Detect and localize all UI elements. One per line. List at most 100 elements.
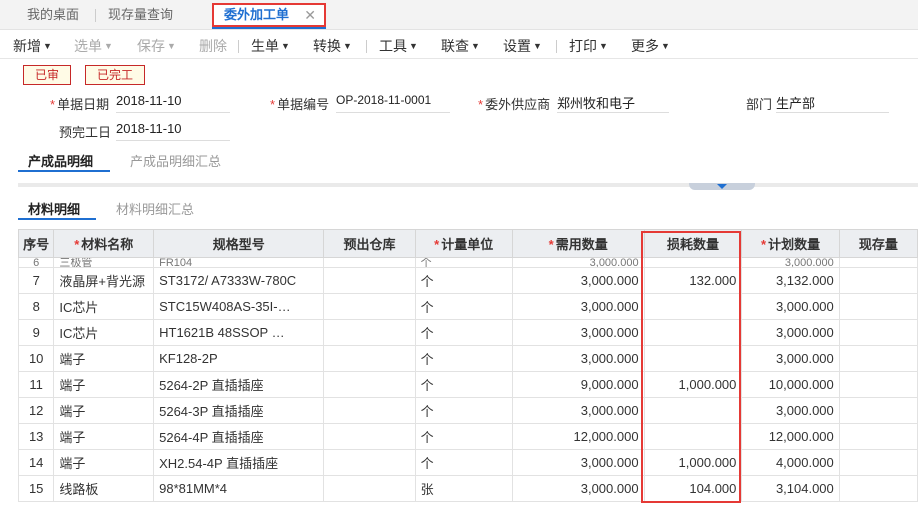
cell-required-qty[interactable]: 3,000.000 bbox=[511, 397, 645, 424]
column-header-stock[interactable]: 现存量 bbox=[838, 229, 918, 258]
cell-material-name[interactable]: 线路板 bbox=[53, 475, 155, 502]
tab-stock-query[interactable]: 现存量查询 bbox=[108, 6, 173, 26]
cell-warehouse[interactable] bbox=[323, 293, 416, 320]
cell-unit[interactable]: 张 bbox=[414, 475, 513, 502]
cell-index[interactable]: 10 bbox=[17, 345, 55, 372]
convert-button[interactable]: 转换 ▼ bbox=[313, 36, 352, 56]
table-row[interactable]: 11 端子 5264-2P 直插插座 个 9,000.000 1,000.000 10,00… bbox=[17, 371, 918, 398]
cell-spec[interactable]: KF128-2P bbox=[153, 345, 325, 372]
dept-field[interactable]: 生产部 bbox=[776, 93, 889, 113]
doc-no-field[interactable]: OP-2018-11-0001 bbox=[336, 93, 450, 113]
cell-warehouse[interactable] bbox=[323, 475, 416, 502]
cell-loss-qty[interactable]: 1,000.000 bbox=[643, 449, 743, 476]
cell-spec[interactable]: 5264-3P 直插插座 bbox=[153, 397, 325, 424]
cell-index[interactable]: 12 bbox=[17, 397, 55, 424]
cell-required-qty[interactable]: 12,000.000 bbox=[511, 423, 645, 450]
cell-spec[interactable]: ST3172/ A7333W-780C bbox=[153, 267, 325, 294]
select-doc-button[interactable]: 选单 ▼ bbox=[74, 36, 113, 56]
table-row[interactable]: 7 液晶屏+背光源 ST3172/ A7333W-780C 个 3,000.000 132… bbox=[17, 267, 918, 294]
collapse-toggle[interactable] bbox=[689, 183, 755, 190]
column-header-planned-qty[interactable]: * 计划数量 bbox=[741, 229, 840, 258]
cell-unit[interactable]: 个 bbox=[414, 371, 513, 398]
cell-material-name[interactable]: 端子 bbox=[53, 397, 155, 424]
cell-spec[interactable]: 5264-4P 直插插座 bbox=[153, 423, 325, 450]
cell-planned-qty[interactable]: 3,104.000 bbox=[741, 475, 840, 502]
supplier-field[interactable]: 郑州牧和电子 bbox=[557, 93, 669, 113]
cell-material-name[interactable]: 端子 bbox=[53, 345, 155, 372]
tab-material-detail[interactable]: 材料明细 bbox=[28, 199, 80, 218]
tab-outsourcing-order[interactable]: 委外加工单 ✕ bbox=[212, 3, 326, 27]
column-header-loss-qty[interactable]: 损耗数量 bbox=[643, 229, 743, 258]
table-row[interactable]: 13 端子 5264-4P 直插插座个 12,000.000 12,000.000 bbox=[17, 423, 918, 450]
cell-required-qty[interactable]: 3,000.000 bbox=[511, 293, 645, 320]
cell-unit[interactable]: 个 bbox=[414, 345, 513, 372]
column-header-material-name[interactable]: * 材料名称 bbox=[53, 229, 155, 258]
cell-material-name[interactable]: 端子 bbox=[53, 371, 155, 398]
cell-stock[interactable] bbox=[838, 449, 918, 476]
cell-unit[interactable]: 个 bbox=[414, 293, 513, 320]
cell-stock[interactable] bbox=[838, 319, 918, 346]
cell-planned-qty[interactable]: 4,000.000 bbox=[741, 449, 840, 476]
cell-index[interactable]: 7 bbox=[17, 267, 55, 294]
cell-warehouse[interactable] bbox=[323, 449, 416, 476]
cell-unit[interactable]: 个 bbox=[414, 267, 513, 294]
cell-warehouse[interactable] bbox=[323, 345, 416, 372]
cell-stock[interactable] bbox=[838, 423, 918, 450]
close-icon[interactable]: ✕ bbox=[304, 5, 316, 25]
cell-stock[interactable] bbox=[838, 397, 918, 424]
cell-required-qty[interactable]: 3,000.000 bbox=[511, 345, 645, 372]
cell-stock[interactable] bbox=[838, 475, 918, 502]
cell-unit[interactable]: 个 bbox=[414, 397, 513, 424]
cell-spec[interactable]: XH2.54-4P 直插插座 bbox=[153, 449, 325, 476]
linked-query-button[interactable]: 联查 ▼ bbox=[441, 36, 480, 56]
cell-stock[interactable] bbox=[838, 371, 918, 398]
cell-material-name[interactable]: 端子 bbox=[53, 423, 155, 450]
cell-spec[interactable]: 98*81MM*4 bbox=[153, 475, 325, 502]
generate-doc-button[interactable]: 生单 ▼ bbox=[251, 36, 290, 56]
cell-loss-qty[interactable]: 104.000 bbox=[643, 475, 743, 502]
cell-index[interactable]: 8 bbox=[17, 293, 55, 320]
doc-date-field[interactable]: 2018-11-10 bbox=[116, 93, 230, 113]
cell-planned-qty[interactable]: 3,000.000 bbox=[741, 293, 840, 320]
cell-planned-qty[interactable]: 3,132.000 bbox=[741, 267, 840, 294]
cell-required-qty[interactable]: 3,000.000 bbox=[511, 449, 645, 476]
tab-my-desktop[interactable]: 我的桌面 bbox=[27, 6, 79, 26]
cell-warehouse[interactable] bbox=[323, 397, 416, 424]
cell-spec[interactable]: STC15W408AS-35I-… bbox=[153, 293, 325, 320]
settings-button[interactable]: 设置 ▼ bbox=[503, 36, 542, 56]
cell-stock[interactable] bbox=[838, 345, 918, 372]
cell-loss-qty[interactable] bbox=[643, 345, 743, 372]
table-row-partial[interactable]: 6 三极管 FR104 个 3,000.000 3,000.000 bbox=[17, 257, 918, 268]
cell-planned-qty[interactable]: 3,000.000 bbox=[741, 397, 840, 424]
cell-spec[interactable]: HT1621B 48SSOP … bbox=[153, 319, 325, 346]
delete-button[interactable]: 删除 bbox=[199, 36, 227, 56]
column-header-required-qty[interactable]: * 需用数量 bbox=[511, 229, 645, 258]
cell-required-qty[interactable]: 9,000.000 bbox=[511, 371, 645, 398]
cell-index[interactable]: 13 bbox=[17, 423, 55, 450]
more-button[interactable]: 更多 ▼ bbox=[631, 36, 670, 56]
tab-product-summary[interactable]: 产成品明细汇总 bbox=[130, 151, 221, 170]
new-button[interactable]: 新增 ▼ bbox=[13, 36, 52, 56]
cell-material-name[interactable]: IC芯片 bbox=[53, 293, 155, 320]
table-row[interactable]: 10 端子 KF128-2P 个 3,000.000 3,000.000 bbox=[17, 345, 918, 372]
cell-loss-qty[interactable] bbox=[643, 319, 743, 346]
cell-planned-qty[interactable]: 10,000.000 bbox=[741, 371, 840, 398]
finish-date-field[interactable]: 2018-11-10 bbox=[116, 121, 230, 141]
cell-loss-qty[interactable] bbox=[643, 423, 743, 450]
tools-button[interactable]: 工具 ▼ bbox=[379, 36, 418, 56]
cell-loss-qty[interactable] bbox=[643, 293, 743, 320]
print-button[interactable]: 打印 ▼ bbox=[569, 36, 608, 56]
cell-index[interactable]: 15 bbox=[17, 475, 55, 502]
cell-planned-qty[interactable]: 12,000.000 bbox=[741, 423, 840, 450]
cell-stock[interactable] bbox=[838, 267, 918, 294]
cell-unit[interactable]: 个 bbox=[414, 423, 513, 450]
column-header-unit[interactable]: * 计量单位 bbox=[414, 229, 513, 258]
cell-stock[interactable] bbox=[838, 293, 918, 320]
tab-material-summary[interactable]: 材料明细汇总 bbox=[116, 199, 194, 218]
table-row[interactable]: 12 端子 5264-3P 直插插座个 3,000.000 3,000.000 bbox=[17, 397, 918, 424]
table-row[interactable]: 9 IC芯片 HT1621B 48SSOP … 个 3,000.000 3,000.000 bbox=[17, 319, 918, 346]
cell-unit[interactable]: 个 bbox=[414, 319, 513, 346]
cell-loss-qty[interactable] bbox=[643, 397, 743, 424]
cell-warehouse[interactable] bbox=[323, 267, 416, 294]
cell-planned-qty[interactable]: 3,000.000 bbox=[741, 345, 840, 372]
